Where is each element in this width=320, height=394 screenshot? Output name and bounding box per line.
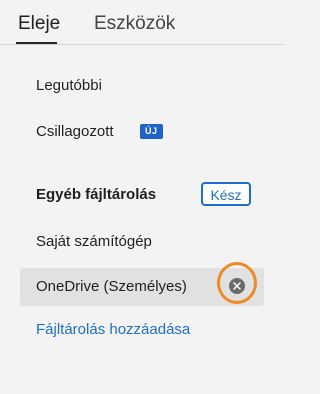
storage-item-this-pc[interactable]: Saját számítógép [36, 232, 152, 252]
add-storage-link[interactable]: Fájltárolás hozzáadása [36, 320, 190, 340]
tab-home[interactable]: Eleje [18, 12, 60, 36]
nav-item-recent[interactable]: Legutóbbi [36, 76, 102, 96]
tab-bar-divider [0, 44, 284, 45]
close-circle-icon[interactable] [229, 278, 245, 294]
new-badge: ÚJ [140, 124, 163, 139]
tab-bar: Eleje Eszközök [0, 0, 284, 50]
storage-item-label: OneDrive (Személyes) [36, 278, 187, 295]
tab-tools[interactable]: Eszközök [94, 12, 175, 36]
done-button[interactable]: Kész [201, 182, 251, 206]
nav-item-starred[interactable]: Csillagozott [36, 122, 114, 142]
section-title-other-storage: Egyéb fájltárolás [36, 186, 157, 203]
close-x-glyph [233, 282, 241, 290]
